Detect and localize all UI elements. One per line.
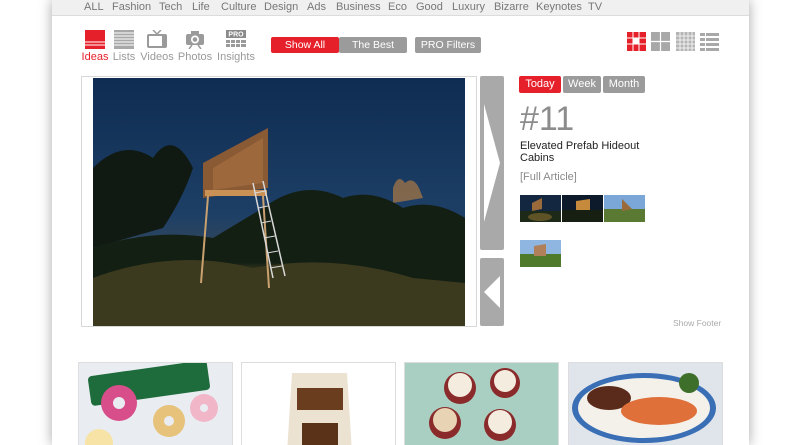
tab-lists-label: Lists [112,51,136,63]
grid-large-icon[interactable] [627,32,646,51]
feature-image[interactable] [93,78,465,326]
nav-luxury[interactable]: Luxury [452,1,485,13]
rank-number: #11 [520,100,575,138]
nav-keynotes[interactable]: Keynotes [536,1,582,13]
article-card[interactable] [568,362,723,445]
full-article-link[interactable]: [Full Article] [520,171,577,183]
tab-insights[interactable]: PRO Insights [216,30,256,63]
ideas-icon [85,30,105,49]
article-title[interactable]: Elevated Prefab Hideout Cabins [520,140,650,164]
nav-all[interactable]: ALL [84,1,104,13]
pro-badge: PRO [228,32,244,39]
lists-icon [114,30,134,49]
show-footer-link[interactable]: Show Footer [673,318,721,328]
gallery-thumbnail[interactable] [520,195,561,222]
nav-design[interactable]: Design [264,1,298,13]
tv-icon [147,30,167,48]
pro-filters-button[interactable]: PRO Filters [415,37,481,53]
list-view-icon[interactable] [700,32,719,51]
tab-ideas-label: Ideas [81,51,109,63]
camera-icon [186,31,204,49]
nav-ads[interactable]: Ads [307,1,326,13]
nav-fashion[interactable]: Fashion [112,1,151,13]
nav-business[interactable]: Business [336,1,381,13]
show-all-button[interactable]: Show All [271,37,339,53]
tab-videos[interactable]: Videos [140,30,174,63]
prev-arrow-button[interactable] [480,258,504,326]
next-arrow-button[interactable] [480,76,504,250]
feature-image-frame [81,76,477,327]
chevron-left-icon [484,276,500,308]
gallery-thumbnail[interactable] [604,195,645,222]
grid-medium-icon[interactable] [651,32,670,51]
nav-good[interactable]: Good [416,1,443,13]
article-card[interactable] [78,362,233,445]
nav-bizarre[interactable]: Bizarre [494,1,529,13]
article-card[interactable] [404,362,559,445]
tab-videos-label: Videos [140,51,174,63]
tab-month[interactable]: Month [603,76,645,93]
grid-small-icon[interactable] [676,32,695,51]
tab-today[interactable]: Today [519,76,561,93]
tab-insights-label: Insights [217,51,255,63]
nav-tv[interactable]: TV [588,1,602,13]
chevron-right-icon [484,104,500,222]
nav-eco[interactable]: Eco [388,1,407,13]
tab-photos[interactable]: Photos [177,30,213,63]
gallery-thumbnail[interactable] [520,240,561,267]
nav-life[interactable]: Life [192,1,210,13]
pro-insights-icon: PRO [226,30,246,47]
gallery-thumbnail[interactable] [562,195,603,222]
app-frame: ALL Fashion Tech Life Culture Design Ads… [52,0,749,445]
article-card[interactable] [241,362,396,445]
tab-ideas[interactable]: Ideas [80,30,110,63]
category-nav: ALL Fashion Tech Life Culture Design Ads… [52,0,749,16]
tab-photos-label: Photos [177,51,213,63]
nav-culture[interactable]: Culture [221,1,256,13]
tab-week[interactable]: Week [563,76,601,93]
the-best-button[interactable]: The Best [339,37,407,53]
tab-lists[interactable]: Lists [112,30,136,63]
nav-tech[interactable]: Tech [159,1,182,13]
